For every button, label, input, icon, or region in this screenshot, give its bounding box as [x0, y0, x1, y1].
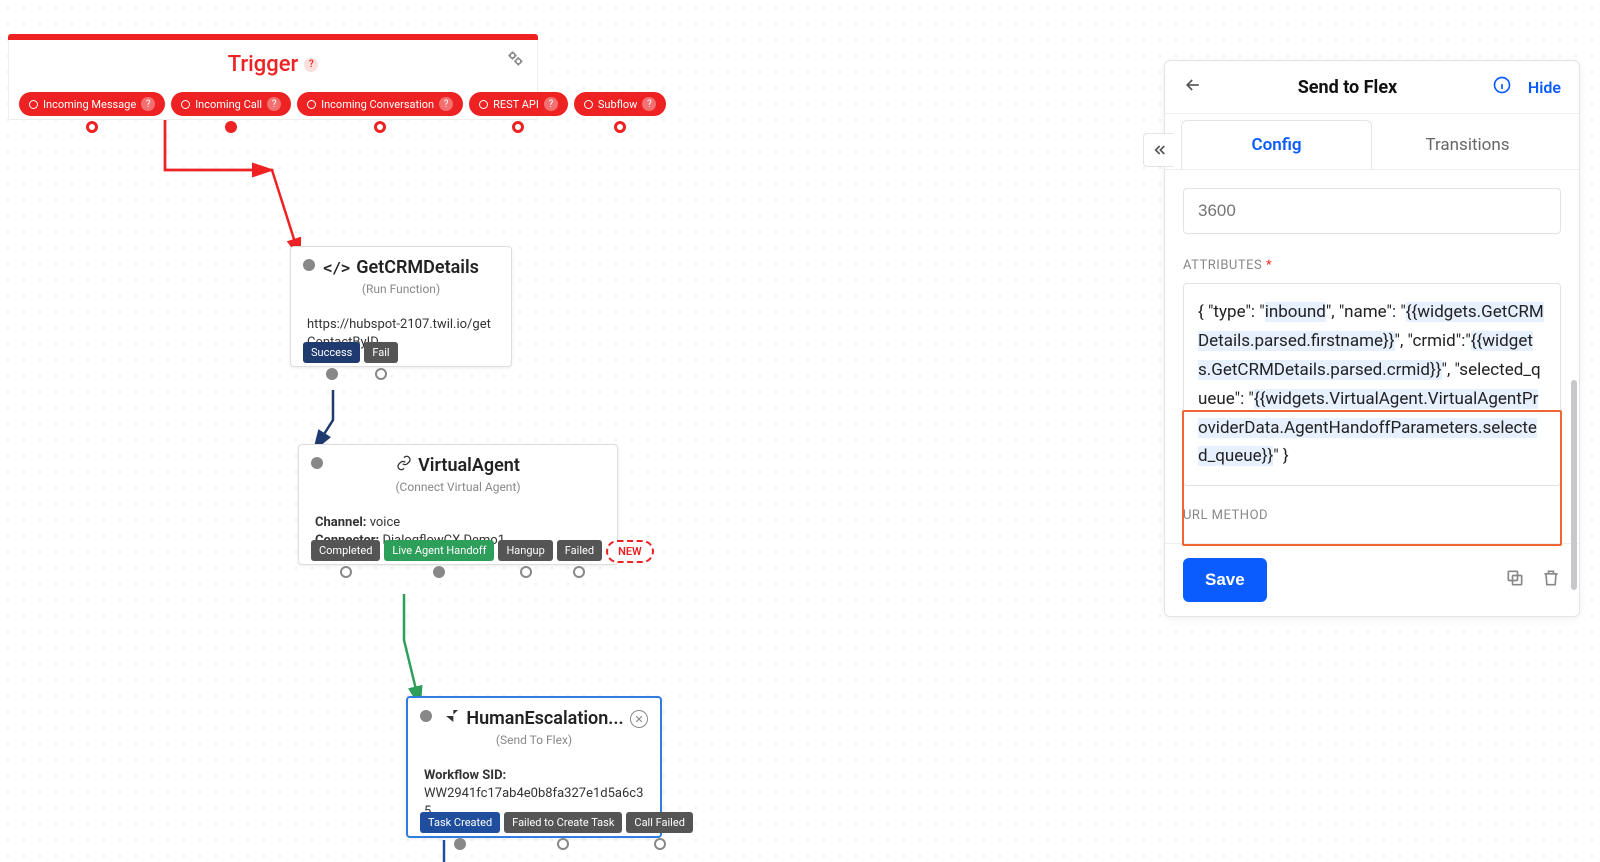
tab-config[interactable]: Config — [1181, 120, 1372, 169]
panel-title: Send to Flex — [1298, 77, 1398, 98]
close-icon[interactable]: ✕ — [630, 710, 648, 728]
node-virtualagent[interactable]: VirtualAgent (Connect Virtual Agent) Cha… — [298, 444, 618, 565]
panel-tabs: Config Transitions — [1165, 114, 1579, 170]
link-icon — [396, 455, 412, 476]
copy-icon[interactable] — [1505, 568, 1525, 592]
scrollbar[interactable] — [1571, 380, 1577, 590]
node-subtitle: (Connect Virtual Agent) — [299, 480, 617, 504]
node-title: </> GetCRMDetails — [291, 247, 511, 282]
gear-icon[interactable] — [505, 48, 525, 72]
trigger-output-rest-api[interactable]: REST API? — [469, 92, 568, 133]
attributes-textarea[interactable]: { "type": "inbound", "name": "{{widgets.… — [1183, 283, 1561, 486]
flex-icon — [444, 708, 460, 729]
output-success[interactable]: Success — [303, 342, 360, 380]
output-failed[interactable]: Failed — [557, 540, 602, 578]
trigger-node[interactable]: Trigger ? Incoming Message? Incoming Cal… — [8, 34, 538, 120]
trigger-output-incoming-message[interactable]: Incoming Message? — [19, 92, 165, 133]
collapse-panel-button[interactable] — [1143, 133, 1173, 167]
trigger-output-incoming-call[interactable]: Incoming Call? — [171, 92, 291, 133]
node-title: VirtualAgent — [299, 445, 617, 480]
trigger-output-incoming-conversation[interactable]: Incoming Conversation? — [297, 92, 463, 133]
output-call-failed[interactable]: Call Failed — [626, 812, 693, 850]
hide-button[interactable]: Hide — [1528, 78, 1561, 97]
help-icon[interactable]: ? — [304, 58, 318, 72]
node-humanescalation[interactable]: ✕ HumanEscalation... (Send To Flex) Work… — [406, 696, 662, 838]
tab-transitions[interactable]: Transitions — [1372, 120, 1563, 169]
help-icon: ? — [267, 97, 281, 111]
output-task-created[interactable]: Task Created — [420, 812, 500, 850]
url-method-label: URL METHOD — [1183, 508, 1561, 523]
config-panel: Send to Flex Hide Config Transitions ATT… — [1164, 60, 1580, 617]
help-icon: ? — [439, 97, 453, 111]
output-hangup[interactable]: Hangup — [498, 540, 552, 578]
delete-icon[interactable] — [1541, 568, 1561, 592]
back-icon[interactable] — [1183, 75, 1203, 99]
help-icon: ? — [544, 97, 558, 111]
info-icon[interactable] — [1492, 75, 1512, 99]
node-subtitle: (Send To Flex) — [408, 733, 660, 757]
output-failed-to-create-task[interactable]: Failed to Create Task — [504, 812, 622, 850]
input-port[interactable] — [420, 710, 432, 722]
trigger-title: Trigger ? — [19, 46, 527, 81]
output-fail[interactable]: Fail — [364, 342, 397, 380]
trigger-output-subflow[interactable]: Subflow? — [574, 92, 667, 133]
attributes-label: ATTRIBUTES * — [1183, 258, 1561, 273]
node-getcrmdetails[interactable]: </> GetCRMDetails (Run Function) https:/… — [290, 246, 512, 367]
output-new[interactable]: NEW — [606, 540, 654, 578]
help-icon: ? — [141, 97, 155, 111]
help-icon: ? — [642, 97, 656, 111]
output-completed[interactable]: Completed — [311, 540, 380, 578]
input-port[interactable] — [303, 259, 315, 271]
panel-content: ATTRIBUTES * { "type": "inbound", "name"… — [1165, 170, 1579, 543]
save-button[interactable]: Save — [1183, 558, 1267, 602]
input-port[interactable] — [311, 457, 323, 469]
timeout-input[interactable] — [1183, 188, 1561, 234]
node-title: HumanEscalation... — [408, 698, 660, 733]
output-live-agent-handoff[interactable]: Live Agent Handoff — [384, 540, 494, 578]
node-subtitle: (Run Function) — [291, 282, 511, 306]
code-icon: </> — [323, 259, 350, 277]
